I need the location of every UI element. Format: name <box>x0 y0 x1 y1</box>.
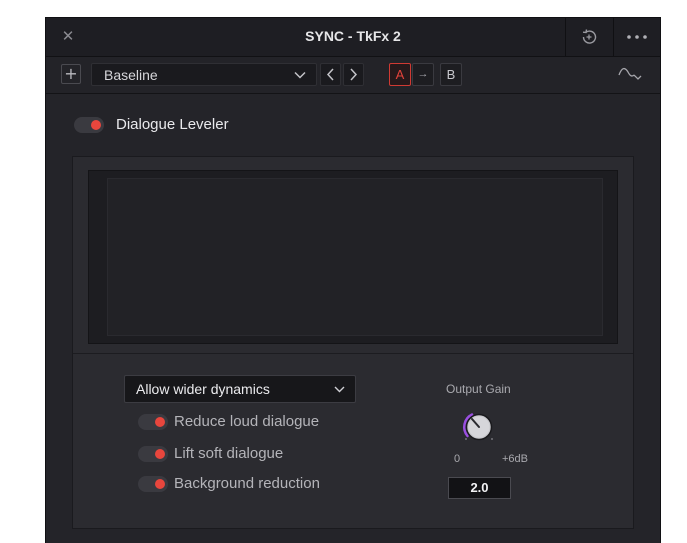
gain-max-label: +6dB <box>502 453 528 465</box>
plugin-enable-toggle[interactable] <box>74 117 104 133</box>
copy-a-to-b-button[interactable]: → <box>412 63 434 86</box>
output-gain-label: Output Gain <box>446 382 511 396</box>
chevron-down-icon <box>294 71 306 79</box>
fairlight-plugin-window: ✕ SYNC - TkFx 2 + Baseline A → B Dialogu… <box>45 17 661 543</box>
preset-value: Baseline <box>104 67 158 83</box>
background-reduction-label: Background reduction <box>174 475 320 492</box>
gain-min-label: 0 <box>454 453 461 465</box>
window-title: SYNC - TkFx 2 <box>305 28 401 44</box>
plugin-name: Dialogue Leveler <box>116 116 229 133</box>
title-divider <box>565 18 566 56</box>
level-display <box>107 178 603 336</box>
toggle-indicator <box>91 120 101 130</box>
reduce-loud-toggle[interactable] <box>138 414 168 430</box>
curve-icon[interactable] <box>616 65 644 83</box>
toggle-indicator <box>155 449 165 459</box>
lift-soft-toggle[interactable] <box>138 446 168 462</box>
compare-a-button[interactable]: A <box>389 63 411 86</box>
chevron-down-icon <box>334 386 345 393</box>
meter-frame <box>88 170 618 344</box>
output-gain-knob[interactable] <box>459 407 499 447</box>
preset-dropdown[interactable]: Baseline <box>91 63 317 86</box>
chevron-right-icon <box>350 68 358 81</box>
title-bar: ✕ SYNC - TkFx 2 <box>46 18 660 57</box>
next-preset-button[interactable] <box>343 63 364 86</box>
more-icon[interactable] <box>624 27 650 47</box>
reset-icon[interactable] <box>579 27 599 47</box>
section-divider <box>73 353 633 354</box>
plugin-body: Allow wider dynamics Reduce loud dialogu… <box>72 156 634 529</box>
compare-b-button[interactable]: B <box>440 63 462 86</box>
toggle-indicator <box>155 417 165 427</box>
output-gain-value-field[interactable]: 2.0 <box>448 477 511 499</box>
previous-preset-button[interactable] <box>320 63 341 86</box>
background-reduction-toggle[interactable] <box>138 476 168 492</box>
preset-toolbar: + Baseline A → B <box>46 57 660 94</box>
dynamics-mode-value: Allow wider dynamics <box>136 381 270 397</box>
chevron-left-icon <box>326 68 334 81</box>
title-divider <box>613 18 614 56</box>
toggle-indicator <box>155 479 165 489</box>
lift-soft-label: Lift soft dialogue <box>174 445 284 462</box>
add-preset-button[interactable]: + <box>61 64 81 84</box>
dynamics-mode-dropdown[interactable]: Allow wider dynamics <box>124 375 356 403</box>
reduce-loud-label: Reduce loud dialogue <box>174 413 320 430</box>
